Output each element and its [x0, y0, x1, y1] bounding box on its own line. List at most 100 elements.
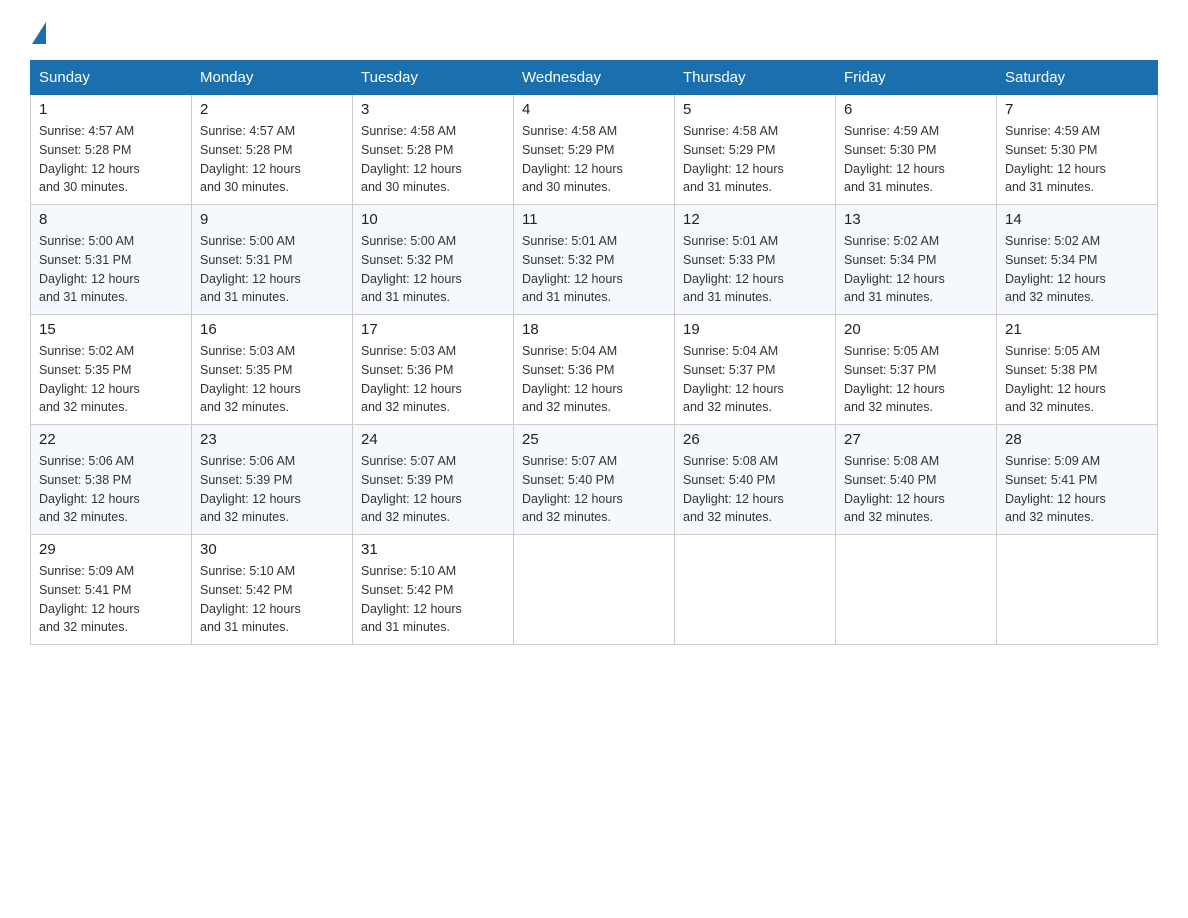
day-info: Sunrise: 5:06 AM Sunset: 5:38 PM Dayligh…	[39, 452, 183, 527]
day-info: Sunrise: 4:58 AM Sunset: 5:29 PM Dayligh…	[683, 122, 827, 197]
logo	[30, 20, 48, 42]
day-info: Sunrise: 5:01 AM Sunset: 5:32 PM Dayligh…	[522, 232, 666, 307]
calendar-cell: 16 Sunrise: 5:03 AM Sunset: 5:35 PM Dayl…	[192, 315, 353, 425]
day-number: 11	[522, 211, 666, 228]
day-number: 4	[522, 101, 666, 118]
day-number: 28	[1005, 431, 1149, 448]
day-number: 23	[200, 431, 344, 448]
header-thursday: Thursday	[675, 61, 836, 95]
calendar-cell: 1 Sunrise: 4:57 AM Sunset: 5:28 PM Dayli…	[31, 95, 192, 205]
header-wednesday: Wednesday	[514, 61, 675, 95]
day-number: 17	[361, 321, 505, 338]
header-monday: Monday	[192, 61, 353, 95]
calendar-cell: 5 Sunrise: 4:58 AM Sunset: 5:29 PM Dayli…	[675, 95, 836, 205]
calendar-cell: 26 Sunrise: 5:08 AM Sunset: 5:40 PM Dayl…	[675, 425, 836, 535]
calendar-cell: 18 Sunrise: 5:04 AM Sunset: 5:36 PM Dayl…	[514, 315, 675, 425]
calendar-cell: 28 Sunrise: 5:09 AM Sunset: 5:41 PM Dayl…	[997, 425, 1158, 535]
day-info: Sunrise: 5:04 AM Sunset: 5:36 PM Dayligh…	[522, 342, 666, 417]
day-info: Sunrise: 5:09 AM Sunset: 5:41 PM Dayligh…	[39, 562, 183, 637]
calendar-cell	[836, 535, 997, 645]
logo-wordmark	[30, 20, 48, 42]
day-info: Sunrise: 5:07 AM Sunset: 5:40 PM Dayligh…	[522, 452, 666, 527]
day-info: Sunrise: 5:10 AM Sunset: 5:42 PM Dayligh…	[200, 562, 344, 637]
day-number: 21	[1005, 321, 1149, 338]
calendar-cell: 31 Sunrise: 5:10 AM Sunset: 5:42 PM Dayl…	[353, 535, 514, 645]
day-info: Sunrise: 4:59 AM Sunset: 5:30 PM Dayligh…	[1005, 122, 1149, 197]
day-info: Sunrise: 5:00 AM Sunset: 5:32 PM Dayligh…	[361, 232, 505, 307]
calendar-cell: 3 Sunrise: 4:58 AM Sunset: 5:28 PM Dayli…	[353, 95, 514, 205]
calendar-cell: 7 Sunrise: 4:59 AM Sunset: 5:30 PM Dayli…	[997, 95, 1158, 205]
calendar-cell: 21 Sunrise: 5:05 AM Sunset: 5:38 PM Dayl…	[997, 315, 1158, 425]
day-number: 7	[1005, 101, 1149, 118]
calendar-header-row: SundayMondayTuesdayWednesdayThursdayFrid…	[31, 61, 1158, 95]
day-number: 6	[844, 101, 988, 118]
calendar-week-row: 29 Sunrise: 5:09 AM Sunset: 5:41 PM Dayl…	[31, 535, 1158, 645]
day-number: 27	[844, 431, 988, 448]
day-number: 25	[522, 431, 666, 448]
calendar-cell: 24 Sunrise: 5:07 AM Sunset: 5:39 PM Dayl…	[353, 425, 514, 535]
calendar-cell: 19 Sunrise: 5:04 AM Sunset: 5:37 PM Dayl…	[675, 315, 836, 425]
day-number: 26	[683, 431, 827, 448]
day-info: Sunrise: 5:02 AM Sunset: 5:34 PM Dayligh…	[844, 232, 988, 307]
calendar-week-row: 15 Sunrise: 5:02 AM Sunset: 5:35 PM Dayl…	[31, 315, 1158, 425]
day-info: Sunrise: 5:06 AM Sunset: 5:39 PM Dayligh…	[200, 452, 344, 527]
calendar-cell: 17 Sunrise: 5:03 AM Sunset: 5:36 PM Dayl…	[353, 315, 514, 425]
calendar-cell: 8 Sunrise: 5:00 AM Sunset: 5:31 PM Dayli…	[31, 205, 192, 315]
day-number: 1	[39, 101, 183, 118]
header-saturday: Saturday	[997, 61, 1158, 95]
day-number: 30	[200, 541, 344, 558]
day-info: Sunrise: 4:58 AM Sunset: 5:29 PM Dayligh…	[522, 122, 666, 197]
day-number: 29	[39, 541, 183, 558]
calendar-cell: 27 Sunrise: 5:08 AM Sunset: 5:40 PM Dayl…	[836, 425, 997, 535]
calendar-cell: 25 Sunrise: 5:07 AM Sunset: 5:40 PM Dayl…	[514, 425, 675, 535]
calendar-cell: 10 Sunrise: 5:00 AM Sunset: 5:32 PM Dayl…	[353, 205, 514, 315]
day-info: Sunrise: 5:10 AM Sunset: 5:42 PM Dayligh…	[361, 562, 505, 637]
day-number: 8	[39, 211, 183, 228]
calendar-week-row: 1 Sunrise: 4:57 AM Sunset: 5:28 PM Dayli…	[31, 95, 1158, 205]
calendar-cell: 4 Sunrise: 4:58 AM Sunset: 5:29 PM Dayli…	[514, 95, 675, 205]
day-info: Sunrise: 5:02 AM Sunset: 5:35 PM Dayligh…	[39, 342, 183, 417]
day-info: Sunrise: 5:01 AM Sunset: 5:33 PM Dayligh…	[683, 232, 827, 307]
calendar-cell: 22 Sunrise: 5:06 AM Sunset: 5:38 PM Dayl…	[31, 425, 192, 535]
day-info: Sunrise: 5:02 AM Sunset: 5:34 PM Dayligh…	[1005, 232, 1149, 307]
header-sunday: Sunday	[31, 61, 192, 95]
day-number: 15	[39, 321, 183, 338]
day-info: Sunrise: 5:08 AM Sunset: 5:40 PM Dayligh…	[683, 452, 827, 527]
day-info: Sunrise: 4:59 AM Sunset: 5:30 PM Dayligh…	[844, 122, 988, 197]
calendar-week-row: 8 Sunrise: 5:00 AM Sunset: 5:31 PM Dayli…	[31, 205, 1158, 315]
day-number: 10	[361, 211, 505, 228]
day-number: 16	[200, 321, 344, 338]
calendar-cell	[997, 535, 1158, 645]
day-number: 20	[844, 321, 988, 338]
calendar-cell: 12 Sunrise: 5:01 AM Sunset: 5:33 PM Dayl…	[675, 205, 836, 315]
calendar-cell: 15 Sunrise: 5:02 AM Sunset: 5:35 PM Dayl…	[31, 315, 192, 425]
day-info: Sunrise: 5:07 AM Sunset: 5:39 PM Dayligh…	[361, 452, 505, 527]
calendar-table: SundayMondayTuesdayWednesdayThursdayFrid…	[30, 60, 1158, 645]
day-info: Sunrise: 5:09 AM Sunset: 5:41 PM Dayligh…	[1005, 452, 1149, 527]
day-number: 12	[683, 211, 827, 228]
calendar-cell: 6 Sunrise: 4:59 AM Sunset: 5:30 PM Dayli…	[836, 95, 997, 205]
calendar-cell: 14 Sunrise: 5:02 AM Sunset: 5:34 PM Dayl…	[997, 205, 1158, 315]
day-info: Sunrise: 5:03 AM Sunset: 5:35 PM Dayligh…	[200, 342, 344, 417]
day-info: Sunrise: 4:57 AM Sunset: 5:28 PM Dayligh…	[200, 122, 344, 197]
header-tuesday: Tuesday	[353, 61, 514, 95]
day-info: Sunrise: 5:03 AM Sunset: 5:36 PM Dayligh…	[361, 342, 505, 417]
day-info: Sunrise: 5:00 AM Sunset: 5:31 PM Dayligh…	[200, 232, 344, 307]
calendar-cell: 30 Sunrise: 5:10 AM Sunset: 5:42 PM Dayl…	[192, 535, 353, 645]
day-number: 22	[39, 431, 183, 448]
calendar-cell: 29 Sunrise: 5:09 AM Sunset: 5:41 PM Dayl…	[31, 535, 192, 645]
day-number: 3	[361, 101, 505, 118]
calendar-cell: 11 Sunrise: 5:01 AM Sunset: 5:32 PM Dayl…	[514, 205, 675, 315]
calendar-cell: 13 Sunrise: 5:02 AM Sunset: 5:34 PM Dayl…	[836, 205, 997, 315]
day-info: Sunrise: 5:05 AM Sunset: 5:37 PM Dayligh…	[844, 342, 988, 417]
day-info: Sunrise: 4:57 AM Sunset: 5:28 PM Dayligh…	[39, 122, 183, 197]
calendar-cell: 2 Sunrise: 4:57 AM Sunset: 5:28 PM Dayli…	[192, 95, 353, 205]
header-friday: Friday	[836, 61, 997, 95]
calendar-cell	[514, 535, 675, 645]
day-number: 14	[1005, 211, 1149, 228]
day-number: 31	[361, 541, 505, 558]
day-number: 9	[200, 211, 344, 228]
page-header	[30, 20, 1158, 42]
day-info: Sunrise: 5:04 AM Sunset: 5:37 PM Dayligh…	[683, 342, 827, 417]
calendar-week-row: 22 Sunrise: 5:06 AM Sunset: 5:38 PM Dayl…	[31, 425, 1158, 535]
